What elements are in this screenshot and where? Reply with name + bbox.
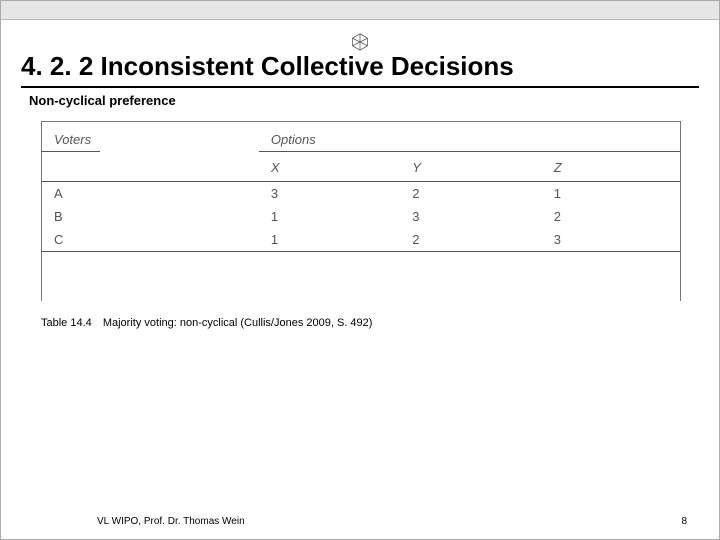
voter-cell: C bbox=[42, 228, 259, 251]
footer-left: VL WIPO, Prof. Dr. Thomas Wein bbox=[97, 516, 245, 527]
value-cell: 2 bbox=[542, 205, 680, 228]
table-row: C 1 2 3 bbox=[42, 228, 680, 251]
value-cell: 1 bbox=[259, 205, 400, 228]
options-subheader: X Y Z bbox=[42, 152, 680, 182]
option-x: X bbox=[259, 152, 400, 182]
value-cell: 1 bbox=[542, 182, 680, 205]
preference-table: Voters Options X Y Z A 3 2 1 B bbox=[42, 122, 680, 252]
col-options: Options bbox=[271, 132, 316, 147]
slide: 4. 2. 2 Inconsistent Collective Decision… bbox=[0, 0, 720, 540]
value-cell: 3 bbox=[400, 205, 541, 228]
table-caption: Table 14.4 Majority voting: non-cyclical… bbox=[41, 317, 372, 329]
value-cell: 1 bbox=[259, 228, 400, 251]
cube-logo-icon bbox=[351, 33, 369, 51]
caption-text: Majority voting: non-cyclical (Cullis/Jo… bbox=[103, 317, 373, 329]
col-voters: Voters bbox=[54, 132, 91, 147]
value-cell: 3 bbox=[259, 182, 400, 205]
value-cell: 3 bbox=[542, 228, 680, 251]
table-header-row: Voters Options bbox=[42, 122, 680, 151]
logo-wrap bbox=[1, 33, 719, 51]
slide-heading: 4. 2. 2 Inconsistent Collective Decision… bbox=[21, 51, 699, 88]
option-z: Z bbox=[542, 152, 680, 182]
page-number: 8 bbox=[681, 516, 687, 527]
value-cell: 2 bbox=[400, 182, 541, 205]
footer: VL WIPO, Prof. Dr. Thomas Wein 8 bbox=[1, 516, 719, 527]
top-bar bbox=[1, 1, 719, 20]
caption-label: Table 14.4 bbox=[41, 317, 92, 329]
value-cell: 2 bbox=[400, 228, 541, 251]
voter-cell: B bbox=[42, 205, 259, 228]
table-container: Voters Options X Y Z A 3 2 1 B bbox=[41, 121, 681, 301]
option-y: Y bbox=[400, 152, 541, 182]
voter-cell: A bbox=[42, 182, 259, 205]
table-row: A 3 2 1 bbox=[42, 182, 680, 205]
slide-subtitle: Non-cyclical preference bbox=[29, 93, 176, 108]
table-row: B 1 3 2 bbox=[42, 205, 680, 228]
